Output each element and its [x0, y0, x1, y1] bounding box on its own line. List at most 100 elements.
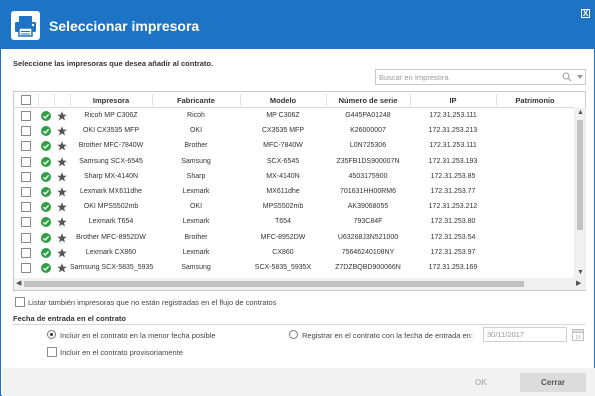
star-icon[interactable]	[57, 248, 67, 258]
cell-impresora: Lexmark MX611dhe	[79, 188, 143, 195]
column-header-fabricante[interactable]: Fabricante	[152, 96, 240, 105]
table-row[interactable]: Samsung SCX-5835_5935 Samsung SCX-5835_593…	[14, 261, 574, 276]
star-icon[interactable]	[57, 217, 67, 227]
star-icon[interactable]	[57, 156, 67, 167]
table-row[interactable]: Samsung SCX-6545 Samsung SCX-6545 Z35FB1DS9…	[14, 155, 574, 170]
cell-modelo: MFC-7840W	[263, 142, 303, 150]
cell-modelo: SCX-5835_5935X	[254, 264, 312, 271]
star-icon[interactable]	[57, 111, 67, 121]
cell-ip: 172.31.253.97	[430, 248, 476, 256]
select-all-checkbox[interactable]	[21, 95, 31, 105]
radio-register-date[interactable]	[289, 330, 298, 339]
provisional-label: Incluir en el contrato provisoriamente	[60, 348, 183, 357]
table-row[interactable]: OKI CX3535 MFP OKI CX3535 MFP K26000007 172.…	[14, 124, 574, 139]
vertical-scroll-thumb[interactable]	[577, 120, 583, 230]
search-icon[interactable]	[562, 72, 572, 82]
star-icon[interactable]	[57, 232, 67, 243]
list-unregistered-checkbox[interactable]	[15, 297, 25, 307]
cell-ip: 172.31.253.213	[428, 127, 478, 135]
status-ok-icon	[41, 187, 51, 197]
row-checkbox[interactable]	[21, 156, 31, 167]
horizontal-scroll-thumb[interactable]	[24, 281, 524, 287]
star-icon[interactable]	[57, 187, 67, 197]
scroll-right-arrow-icon[interactable]: ▶	[576, 280, 581, 288]
table-row[interactable]: Lexmark MX611dhe Lexmark MX611dhe 701631HH0…	[14, 185, 574, 200]
cell-fabricante: Samsung	[181, 157, 211, 165]
column-header-impresora[interactable]: Impresora	[70, 96, 152, 105]
provisional-checkbox[interactable]	[47, 347, 57, 357]
table-row[interactable]: Lexmark T654 Lexmark T654 793C84F 172.31.253…	[14, 215, 574, 230]
calendar-icon[interactable]: 15	[572, 328, 584, 341]
ok-button[interactable]: OK	[448, 373, 514, 392]
cell-ip: 172.31.253.111	[429, 112, 477, 119]
column-header-modelo[interactable]: Modelo	[240, 96, 326, 105]
row-checkbox[interactable]	[21, 247, 31, 258]
table-row[interactable]: OKI MPS5502mb OKI MPS5502mb AK39068055 172.3…	[14, 200, 574, 215]
star-icon[interactable]	[57, 263, 67, 273]
status-ok-icon	[41, 232, 51, 243]
star-icon[interactable]	[57, 126, 67, 136]
horizontal-scrollbar[interactable]: ◀ ▶	[14, 278, 586, 290]
table-row[interactable]: Brother MFC-7840W Brother MFC-7840W L0N7253…	[14, 139, 574, 154]
cell-fabricante: Sharp	[186, 172, 206, 180]
vertical-scrollbar[interactable]: ▲ ▼	[574, 108, 586, 278]
cell-modelo: MFC-8952DW	[260, 233, 306, 241]
cell-modelo: SCX-6545	[266, 157, 300, 165]
instruction-text: Seleccione las impresoras que desea añad…	[13, 59, 214, 68]
table-row[interactable]: Brother MFC-8952DW Brother MFC-8952DW U6326…	[14, 231, 574, 246]
cell-impresora: Samsung SCX-5835_5935	[70, 264, 154, 271]
cell-serie: L0N725306	[349, 142, 387, 150]
row-checkbox[interactable]	[21, 111, 31, 121]
column-header-patrimonio[interactable]: Patrimonio	[496, 96, 574, 105]
close-dialog-button[interactable]: Cerrar	[520, 373, 586, 392]
row-checkbox[interactable]	[21, 171, 31, 182]
cell-impresora: Ricoh MP C306Z	[84, 112, 138, 119]
row-checkbox[interactable]	[21, 141, 31, 152]
section-divider	[13, 324, 586, 325]
table-row[interactable]: Sharp MX-4140N Sharp MX-4140N 4503175900 172…	[14, 170, 574, 185]
star-icon[interactable]	[57, 172, 67, 182]
printer-icon	[11, 11, 40, 40]
cell-modelo: CX860	[272, 248, 294, 256]
search-input[interactable]	[379, 71, 559, 83]
cell-modelo: T654	[275, 218, 291, 226]
cell-ip: 172.31.253.85	[430, 172, 476, 180]
cell-serie: 701631HH00RM6	[339, 188, 397, 195]
scroll-left-arrow-icon[interactable]: ◀	[16, 280, 21, 288]
cell-serie: U63268J3N521000	[337, 233, 399, 241]
row-checkbox[interactable]	[21, 217, 31, 228]
scroll-up-arrow-icon[interactable]: ▲	[577, 109, 584, 117]
close-button[interactable]: X	[581, 9, 590, 18]
cell-serie: 75646240108NY	[341, 248, 395, 256]
row-checkbox[interactable]	[21, 263, 31, 273]
row-checkbox[interactable]	[21, 126, 31, 137]
table-row[interactable]: Ricoh MP C306Z Ricoh MP C306Z G445PA01248 17…	[14, 109, 574, 124]
row-checkbox[interactable]	[21, 202, 31, 213]
star-icon[interactable]	[57, 141, 67, 151]
row-checkbox[interactable]	[21, 232, 31, 243]
cell-serie: Z35FB1DS900007N	[336, 157, 400, 165]
row-checkbox[interactable]	[21, 187, 31, 197]
entry-date-field[interactable]	[483, 327, 567, 342]
entry-date-section-title: Fecha de entrada en el contrato	[13, 314, 126, 323]
cell-impresora: Lexmark CX860	[85, 248, 137, 256]
cell-ip: 172.31.253.54	[430, 233, 476, 241]
cell-modelo: MP C306Z	[266, 112, 300, 119]
chevron-down-icon[interactable]	[576, 73, 584, 81]
cell-fabricante: Brother	[184, 233, 208, 241]
scroll-down-arrow-icon[interactable]: ▼	[577, 269, 584, 277]
cell-modelo: MPS5502mb	[262, 203, 304, 211]
star-icon[interactable]	[57, 202, 67, 212]
column-header-serie[interactable]: Número de serie	[326, 96, 410, 105]
dialog-footer: OK Cerrar	[2, 368, 595, 396]
status-ok-icon	[41, 111, 51, 121]
cell-fabricante: Brother	[184, 142, 208, 150]
radio-earliest-date[interactable]	[47, 330, 56, 339]
table-row[interactable]: Lexmark CX860 Lexmark CX860 75646240108NY 17…	[14, 246, 574, 261]
cell-fabricante: Lexmark	[182, 248, 210, 256]
status-ok-icon	[41, 156, 51, 167]
cell-impresora: Brother MFC-8952DW	[76, 233, 146, 241]
column-header-ip[interactable]: IP	[410, 96, 496, 105]
cell-fabricante: Lexmark	[182, 218, 210, 226]
cell-fabricante: Ricoh	[187, 112, 205, 119]
